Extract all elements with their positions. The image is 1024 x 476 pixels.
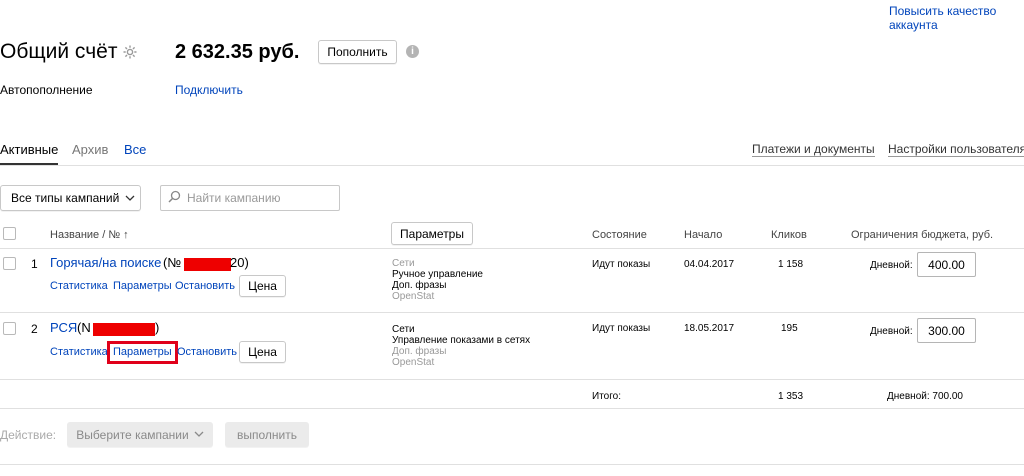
row-state: Идут показы [592,323,651,334]
page-title: Общий счёт [0,40,118,63]
row-clicks: 195 [781,323,798,334]
autopay-label: Автопополнение [0,83,93,97]
row-budget-label: Дневной: [870,326,913,337]
topup-button[interactable]: Пополнить [318,40,397,64]
param-line: Сети [392,258,415,269]
total-budget: Дневной: 700.00 [887,391,963,402]
campaign-id-suffix: 20) [230,255,249,270]
row-budget-input[interactable]: 400.00 [917,252,976,277]
row-checkbox[interactable] [3,257,16,270]
row-budget-label: Дневной: [870,260,913,271]
column-start[interactable]: Начало [684,229,722,241]
gear-icon[interactable] [122,44,138,60]
campaign-id-prefix: (№ [163,255,182,270]
autopay-connect-link[interactable]: Подключить [175,83,243,97]
param-line: OpenStat [392,291,435,302]
total-label: Итого: [592,391,621,402]
search-icon [168,190,181,208]
row-checkbox[interactable] [3,322,16,335]
row-start-date: 18.05.2017 [684,323,735,334]
campaign-search-input[interactable]: Найти кампанию [160,185,340,211]
column-state[interactable]: Состояние [592,229,647,241]
param-line: Доп. фразы [392,280,447,291]
total-divider [0,408,1024,409]
total-clicks: 1 353 [778,391,804,402]
redaction-mark [93,323,155,336]
action-label: Действие: [0,428,57,442]
campaign-name-link[interactable]: Горячая/на поиске [50,255,161,270]
param-line: Ручное управление [392,269,483,280]
row-stats-link[interactable]: Статистика [50,346,108,358]
tab-active[interactable]: Активные [0,142,58,157]
row-stats-link[interactable]: Статистика [50,280,108,292]
param-line: Доп. фразы [392,346,447,357]
select-campaigns-label: Выберите кампании [76,427,189,442]
tab-all[interactable]: Все [124,142,146,157]
params-column-button[interactable]: Параметры [391,222,473,245]
column-clicks[interactable]: Кликов [771,229,807,241]
row-params-link[interactable]: Параметры [113,280,172,292]
info-icon[interactable]: i [406,45,419,58]
row-stop-link[interactable]: Остановить [177,346,237,358]
row-state: Идут показы [592,259,651,270]
campaign-types-label: Все типы кампаний [11,191,120,205]
tab-archive[interactable]: Архив [72,142,108,157]
tabs-divider [0,165,1024,166]
row-stop-link[interactable]: Остановить [175,280,235,292]
row-clicks: 1 158 [778,259,804,270]
params-highlight-frame [107,341,178,364]
column-budget[interactable]: Ограничения бюджета, руб. [851,229,993,241]
user-settings-link[interactable]: Настройки пользователя [888,143,1024,157]
search-placeholder: Найти кампанию [187,191,281,205]
select-all-checkbox[interactable] [3,227,16,240]
improve-account-link[interactable]: Повысить качество аккаунта [889,4,996,32]
chevron-down-icon [194,426,204,440]
account-balance: 2 632.35 руб. [175,41,300,63]
row-number: 1 [31,257,38,271]
campaign-name-link[interactable]: РСЯ [50,320,77,335]
row-budget-input[interactable]: 300.00 [917,318,976,343]
select-campaigns-dropdown[interactable]: Выберите кампании [67,422,213,447]
param-line: Сети [392,324,415,335]
campaign-id-prefix: (N [77,320,91,335]
chevron-down-icon [125,190,135,204]
row-number: 2 [31,322,38,336]
campaign-id-suffix: ) [155,320,160,335]
execute-button[interactable]: выполнить [225,422,309,447]
bottom-divider [0,464,1024,465]
param-line: OpenStat [392,357,435,368]
row-start-date: 04.04.2017 [684,259,735,270]
param-line: Управление показами в сетях [392,335,531,346]
campaign-types-dropdown[interactable]: Все типы кампаний [0,185,141,211]
header-divider [0,248,1024,249]
redaction-mark [184,258,231,271]
column-name[interactable]: Название / № ↑ [50,229,129,241]
row-divider [0,312,1024,313]
payments-link[interactable]: Платежи и документы [752,143,875,157]
row-price-button[interactable]: Цена [239,341,286,363]
row-price-button[interactable]: Цена [239,275,286,297]
row-divider [0,379,1024,380]
